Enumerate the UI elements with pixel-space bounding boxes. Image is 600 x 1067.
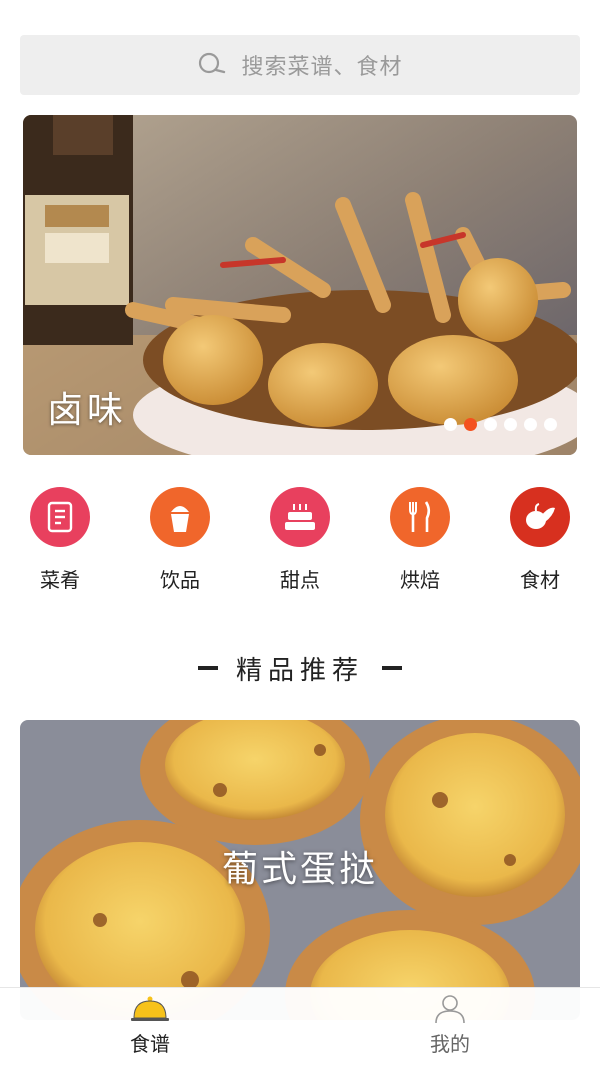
- category-label: 食材: [520, 568, 560, 592]
- divider: [382, 666, 402, 670]
- drink-cup-icon: [150, 487, 210, 547]
- search-placeholder: 搜索菜谱、食材: [241, 55, 403, 80]
- banner-carousel[interactable]: 卤味: [23, 115, 577, 455]
- cake-icon: [270, 487, 330, 547]
- fork-knife-icon: [390, 487, 450, 547]
- category-label: 菜肴: [40, 568, 80, 592]
- tab-label: 我的: [430, 1032, 470, 1056]
- carousel-dot-active[interactable]: [464, 418, 477, 431]
- category-ingredients[interactable]: 食材: [480, 487, 600, 597]
- category-baking[interactable]: 烘焙: [360, 487, 480, 597]
- carousel-dot[interactable]: [484, 418, 497, 431]
- cloche-icon: [131, 996, 169, 1021]
- tab-profile[interactable]: 我的: [300, 988, 600, 1067]
- tab-label: 食谱: [130, 1032, 170, 1056]
- section-header: 精品推荐: [0, 648, 600, 688]
- search-icon: [199, 52, 226, 74]
- user-icon: [435, 995, 465, 1024]
- category-label: 饮品: [160, 568, 200, 592]
- featured-recipe-title: 葡式蛋挞: [221, 849, 378, 890]
- carousel-dot[interactable]: [544, 418, 557, 431]
- carousel-indicator: [444, 418, 557, 431]
- vegetable-icon: [510, 487, 570, 547]
- carousel-dot[interactable]: [444, 418, 457, 431]
- category-nav: 菜肴 饮品 甜点 烘焙 食材: [0, 487, 600, 597]
- section-title: 精品推荐: [235, 655, 364, 686]
- carousel-dot[interactable]: [524, 418, 537, 431]
- search-input[interactable]: 搜索菜谱、食材: [20, 35, 580, 95]
- category-label: 烘焙: [400, 568, 440, 592]
- category-desserts[interactable]: 甜点: [240, 487, 360, 597]
- recipe-book-icon: [30, 487, 90, 547]
- bottom-tab-bar: 食谱 我的: [0, 987, 600, 1067]
- tab-recipes[interactable]: 食谱: [0, 988, 300, 1067]
- category-drinks[interactable]: 饮品: [120, 487, 240, 597]
- carousel-dot[interactable]: [504, 418, 517, 431]
- divider: [197, 666, 218, 670]
- featured-recipe-card[interactable]: 葡式蛋挞: [20, 720, 580, 1020]
- banner-caption: 卤味: [47, 390, 128, 431]
- category-dishes[interactable]: 菜肴: [0, 487, 120, 597]
- category-label: 甜点: [280, 568, 320, 592]
